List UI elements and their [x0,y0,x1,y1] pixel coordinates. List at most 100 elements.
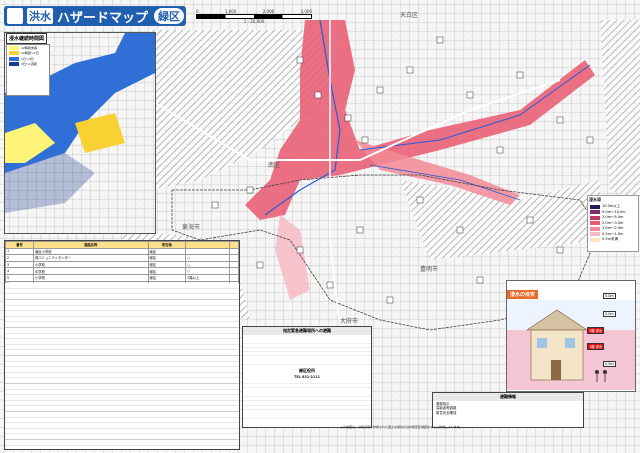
cell: 4 [5,267,35,275]
cell: 緑区 [147,254,187,262]
shelter-table-panel: 番号 施設名称 所在地 1 南区小学校 南区 2 緑コミュニティセンター 緑区 ○ 3 小学… [4,240,240,450]
inset-legend-swatch-0 [9,45,19,50]
inset-legend-label-0: 12時間未満 [21,45,37,50]
shelter-marker[interactable] [361,136,369,144]
evacuation-line-2: 緊急安全確保 [436,410,457,415]
emergency-box: 指定緊急避難場所への避難 緑区役所 TEL 621-2111 [242,326,372,428]
cell [229,247,239,256]
shelter-marker[interactable] [314,91,322,99]
shelter-marker[interactable] [406,66,414,74]
cell: 5 [5,273,35,282]
scale-label-3: 3,000 [300,9,312,14]
shelter-marker[interactable] [436,36,444,44]
table-row: 3 小学校 緑区 ○ [5,260,239,269]
shelter-marker[interactable] [556,246,564,254]
cell: 3 [5,260,35,269]
inset-legend-swatch-3 [9,62,19,67]
legend-swatch-0 [590,204,600,209]
cell: 緑区 [147,273,187,282]
cell: 緑区 [147,260,187,269]
legend-label-2: 3.0m〜5.0m [602,215,624,220]
cell: ○ [185,260,231,269]
cell: 緑コミュニティセンター [33,254,149,262]
shelter-marker[interactable] [256,261,264,269]
shelter-marker[interactable] [386,296,394,304]
shelter-marker[interactable] [326,281,334,289]
legend-label-4: 1.0m〜2.0m [602,226,624,231]
inset-legend-swatch-1 [9,51,19,56]
keyword-badge: 洪水 [27,8,53,24]
legend-swatch-1 [590,210,600,215]
shelter-marker[interactable] [356,226,364,234]
table-row: 2 緑コミュニティセンター 緑区 ○ [5,254,239,262]
cell: 中学校 [33,267,149,275]
shelter-col-4 [229,241,239,249]
label-obu: 大府市 [340,318,359,325]
depth-tag-3: 1階 浸水 [587,343,605,350]
shelter-marker[interactable] [456,226,464,234]
shelter-marker[interactable] [476,276,484,284]
label-toyoake: 豊明市 [420,266,439,273]
house-depth-diagram: 浸水の目安 5.0m 3.0m 2階 浸水 1階 浸水 0.5m [506,280,636,392]
depth-tag-0: 5.0m [603,293,616,299]
inset-title: 浸水継続時間図 [6,33,48,44]
inset-legend-label-1: 12時間〜1日 [21,51,39,56]
shelter-marker[interactable] [516,71,524,79]
scale-ratio: 1 : 20,000 [243,19,265,24]
label-minami: 南区 [268,162,281,169]
legend-swatch-3 [590,221,600,226]
legend-swatch-6 [590,237,600,242]
inset-legend-swatch-2 [9,56,19,61]
table-row: 5 小学校 緑区 2階以上 [5,273,239,282]
shelter-marker[interactable] [466,91,474,99]
cell [229,254,239,262]
shelter-marker[interactable] [344,114,352,122]
shelter-marker[interactable] [526,216,534,224]
emergency-list [243,379,371,420]
cell: 南区 [147,247,187,256]
depth-tag-4: 0.5m [603,361,616,367]
evacuation-info-box: 避難情報 避難指示 高齢者等避難 緊急安全確保 [432,392,584,428]
legend-swatch-5 [590,232,600,237]
label-tokai: 東海市 [182,224,201,231]
shelter-marker[interactable] [376,86,384,94]
legend-label-3: 2.0m〜3.0m [602,220,624,225]
cell: 小学校 [33,273,149,282]
depth-tag-1: 3.0m [603,311,616,317]
scale-label-2: 2,000 [262,9,275,14]
shelter-marker[interactable] [416,196,424,204]
shelter-marker[interactable] [296,246,304,254]
legend-swatch-2 [590,215,600,220]
page-title: ハザードマップ [57,10,149,26]
shelter-marker[interactable] [586,136,594,144]
table-row: 4 中学校 緑区 ○ [5,267,239,275]
shelter-marker[interactable] [211,201,219,209]
house-diagram-title: 浸水の目安 [507,290,539,299]
cell [229,273,239,282]
shelter-marker[interactable] [496,146,504,154]
legend-label-0: 10.0m以上 [602,204,621,209]
cell [229,267,239,275]
depth-tag-2: 2階 浸水 [587,327,605,334]
emergency-box-title: 指定緊急避難場所への避難 [243,327,371,335]
cell: 南区小学校 [33,247,149,256]
house-graphic [507,300,635,390]
shelter-marker[interactable] [296,56,304,64]
shelter-marker[interactable] [556,116,564,124]
shelter-col-0: 番号 [5,241,35,249]
inset-legend-label-3: 3日〜1週間 [21,62,37,67]
ward-office-title: 緑区役所 [243,367,371,375]
scale-label-0: 0 [196,9,199,14]
scale-bar: 0 1,000 2,000 3,000 1 : 20,000 [196,9,312,24]
emergency-text [243,335,371,367]
shelter-col-1: 施設名称 [33,241,149,249]
footer-note: この地図は、令和元年に作成された国土交通省の浸水想定区域図をもとに作成しています… [340,425,463,429]
legend-label-6: 0.5m未満 [602,237,618,242]
depth-legend: 浸水深 10.0m以上 5.0m〜10.0m 3.0m〜5.0m 2.0m〜3.… [587,195,639,252]
table-filler [5,283,239,449]
shelter-table-body: 1 南区小学校 南区 2 緑コミュニティセンター 緑区 ○ 3 小学校 緑区 ○ 4 中学校 緑区 ○… [5,247,239,289]
shelter-marker[interactable] [246,186,254,194]
ward-badge: 緑区 [154,8,185,24]
table-row: 1 南区小学校 南区 [5,247,239,256]
cell [185,247,231,256]
